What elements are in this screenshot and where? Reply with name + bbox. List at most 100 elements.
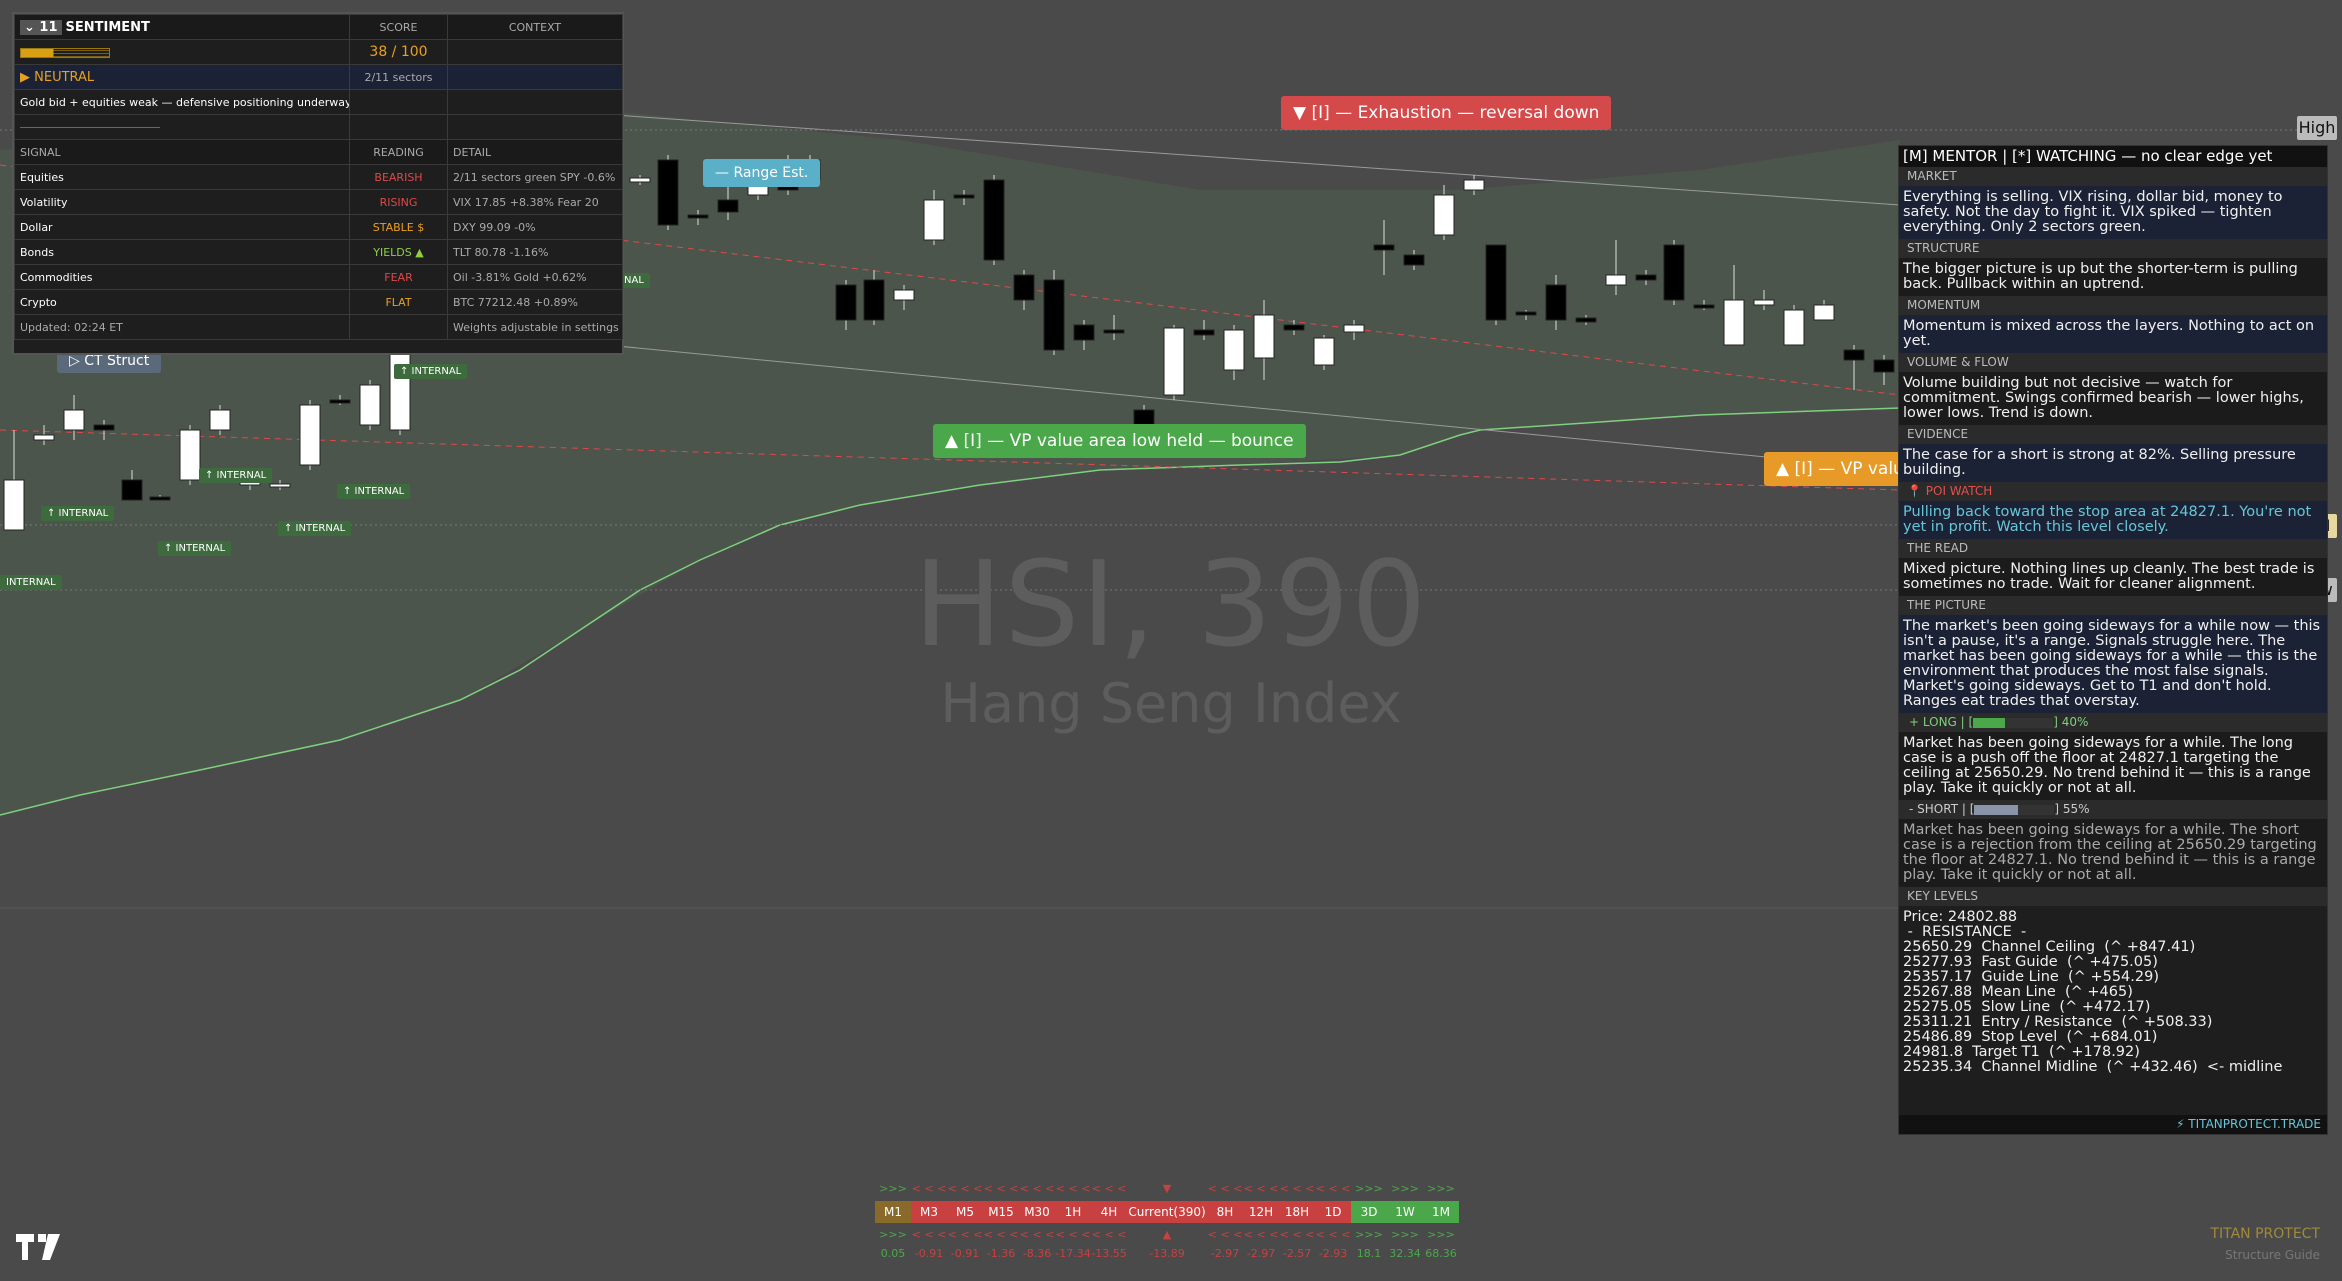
tf-cell-4h[interactable]: 4H <box>1091 1201 1127 1223</box>
tf-cell-1w[interactable]: 1W <box>1387 1201 1423 1223</box>
levels-title: KEY LEVELS <box>1899 887 2327 906</box>
signal-name: Crypto <box>14 289 350 315</box>
tf-arrow: < < < <box>1091 1228 1127 1241</box>
tf-arrow: >>> <box>1391 1228 1419 1241</box>
short-text: Market has been going sideways for a whi… <box>1899 819 2327 887</box>
collapse-toggle[interactable]: ⌄ 11 <box>20 19 62 35</box>
tf-arrow: >>> <box>1427 1182 1455 1195</box>
tf-arrow: < < < <box>1243 1182 1279 1195</box>
candle-body <box>1403 254 1425 266</box>
candle-body <box>1313 337 1335 366</box>
candle-body <box>1253 314 1275 359</box>
signal-header: SIGNAL <box>14 139 350 165</box>
internal-tag: ↑ INTERNAL <box>278 521 352 536</box>
tf-cell-1d[interactable]: 1D <box>1315 1201 1351 1223</box>
tf-cell-1h[interactable]: 1H <box>1055 1201 1091 1223</box>
tf-value: -13.55 <box>1091 1247 1127 1260</box>
score-header: SCORE <box>349 14 448 40</box>
candle-body <box>1693 304 1715 309</box>
candle-body <box>359 384 381 426</box>
candle-body <box>1723 299 1745 346</box>
brand-sub: Structure Guide <box>2225 1248 2320 1262</box>
tf-arrow: >>> <box>1427 1228 1455 1241</box>
tf-cell-m3[interactable]: M3 <box>911 1201 947 1223</box>
mentor-header: [M] MENTOR | [*] WATCHING — no clear edg… <box>1899 146 2327 167</box>
key-level-line: 25486.89 Stop Level (^ +684.01) <box>1903 1029 2158 1045</box>
tf-arrow: < < < <box>1055 1228 1091 1241</box>
sentiment-title: SENTIMENT <box>65 19 150 35</box>
high-price-label[interactable]: High <box>2297 116 2337 140</box>
signal-reading: STABLE $ <box>349 214 448 240</box>
tf-value: 68.36 <box>1425 1247 1457 1260</box>
tf-value: -2.57 <box>1282 1247 1312 1260</box>
tf-bottom-arrows: >>> < < < < < < < < < < < < < < < < < < ▲ < < < <… <box>875 1228 1459 1242</box>
signal-detail: Oil -3.81% Gold +0.62% <box>447 264 623 290</box>
exhaustion-label[interactable]: ▼ [I] — Exhaustion — reversal down <box>1281 96 1612 130</box>
tf-cell-8h[interactable]: 8H <box>1207 1201 1243 1223</box>
tf-arrow: < < < <box>947 1182 983 1195</box>
candle-body <box>1515 311 1537 316</box>
tf-cell-m1[interactable]: M1 <box>875 1201 911 1223</box>
tf-arrow: < < < <box>947 1228 983 1241</box>
tradingview-logo[interactable] <box>16 1234 64 1260</box>
tf-value: -2.93 <box>1318 1247 1348 1260</box>
candle-body <box>1043 279 1065 351</box>
vp-bounce-label-cut[interactable]: ▲ [I] — VP valu <box>1764 452 1900 486</box>
tf-arrow: < < < <box>1243 1228 1279 1241</box>
short-meter: - SHORT | [] 55% <box>1899 800 2327 819</box>
candle-body <box>923 199 945 241</box>
tf-arrow: < < < <box>911 1182 947 1195</box>
tf-arrow: < < < <box>1019 1228 1055 1241</box>
poi-title: 📍 POI WATCH <box>1899 482 2327 501</box>
signal-row: Bonds YIELDS ▲ TLT 80.78 -1.16% <box>14 239 623 265</box>
picture-title: THE PICTURE <box>1899 596 2327 615</box>
tf-arrow: < < < <box>1207 1228 1243 1241</box>
signal-reading: RISING <box>349 189 448 215</box>
tf-cell-m5[interactable]: M5 <box>947 1201 983 1223</box>
candle-body <box>93 424 115 431</box>
tf-cell-m15[interactable]: M15 <box>983 1201 1019 1223</box>
signal-detail: 2/11 sectors green SPY -0.6% <box>447 164 623 190</box>
key-level-line: Price: 24802.88 <box>1903 909 2018 925</box>
candle-body <box>1163 327 1185 396</box>
tf-cell-1m[interactable]: 1M <box>1423 1201 1459 1223</box>
signal-name: Bonds <box>14 239 350 265</box>
reading-header: READING <box>349 139 448 165</box>
signal-row: Dollar STABLE $ DXY 99.09 -0% <box>14 214 623 240</box>
mentor-footer[interactable]: ⚡ TITANPROTECT.TRADE <box>1899 1115 2327 1134</box>
signal-reading: YIELDS ▲ <box>349 239 448 265</box>
tf-arrow: < < < <box>1019 1182 1055 1195</box>
tf-cell-current390[interactable]: Current(390) <box>1127 1201 1207 1223</box>
tf-cell-m30[interactable]: M30 <box>1019 1201 1055 1223</box>
tf-values: 0.05 -0.91 -0.91 -1.36 -8.36 -17.34 -13.55 -13.… <box>875 1247 1459 1263</box>
key-level-line: 25357.17 Guide Line (^ +554.29) <box>1903 969 2159 985</box>
sentiment-summary: Gold bid + equities weak — defensive pos… <box>14 89 350 115</box>
candle-body <box>893 289 915 301</box>
tf-cell-18h[interactable]: 18H <box>1279 1201 1315 1223</box>
mentor-section-title: MARKET <box>1899 167 2327 186</box>
tf-arrow: >>> <box>1355 1182 1383 1195</box>
signal-row: Volatility RISING VIX 17.85 +8.38% Fear 20 <box>14 189 623 215</box>
mentor-section-text: The case for a short is strong at 82%. S… <box>1899 444 2327 482</box>
signal-detail: BTC 77212.48 +0.89% <box>447 289 623 315</box>
candle-body <box>953 194 975 199</box>
candle-body <box>1433 194 1455 236</box>
tf-cell-3d[interactable]: 3D <box>1351 1201 1387 1223</box>
vp-bounce-label[interactable]: ▲ [I] — VP value area low held — bounce <box>933 424 1306 458</box>
candle-body <box>1873 359 1895 373</box>
sentiment-title-cell: ⌄ 11 SENTIMENT <box>14 14 350 40</box>
long-text: Market has been going sideways for a whi… <box>1899 732 2327 800</box>
tf-arrow: < < < <box>911 1228 947 1241</box>
tf-arrow: < < < <box>1091 1182 1127 1195</box>
mentor-section-text: Everything is selling. VIX rising, dolla… <box>1899 186 2327 239</box>
tf-cell-12h[interactable]: 12H <box>1243 1201 1279 1223</box>
sentiment-panel: ⌄ 11 SENTIMENT SCORE CONTEXT 38 / 100 ▶ N… <box>12 12 624 355</box>
candle-body <box>1545 284 1567 321</box>
candle-body <box>329 399 351 404</box>
range-label[interactable]: — Range Est. <box>703 159 821 187</box>
key-level-line: 25275.05 Slow Line (^ +472.17) <box>1903 999 2151 1015</box>
candle-body <box>179 429 201 481</box>
key-level-line: 24981.8 Target T1 (^ +178.92) <box>1903 1044 2140 1060</box>
mentor-section-text: Momentum is mixed across the layers. Not… <box>1899 315 2327 353</box>
candle-body <box>629 177 651 183</box>
